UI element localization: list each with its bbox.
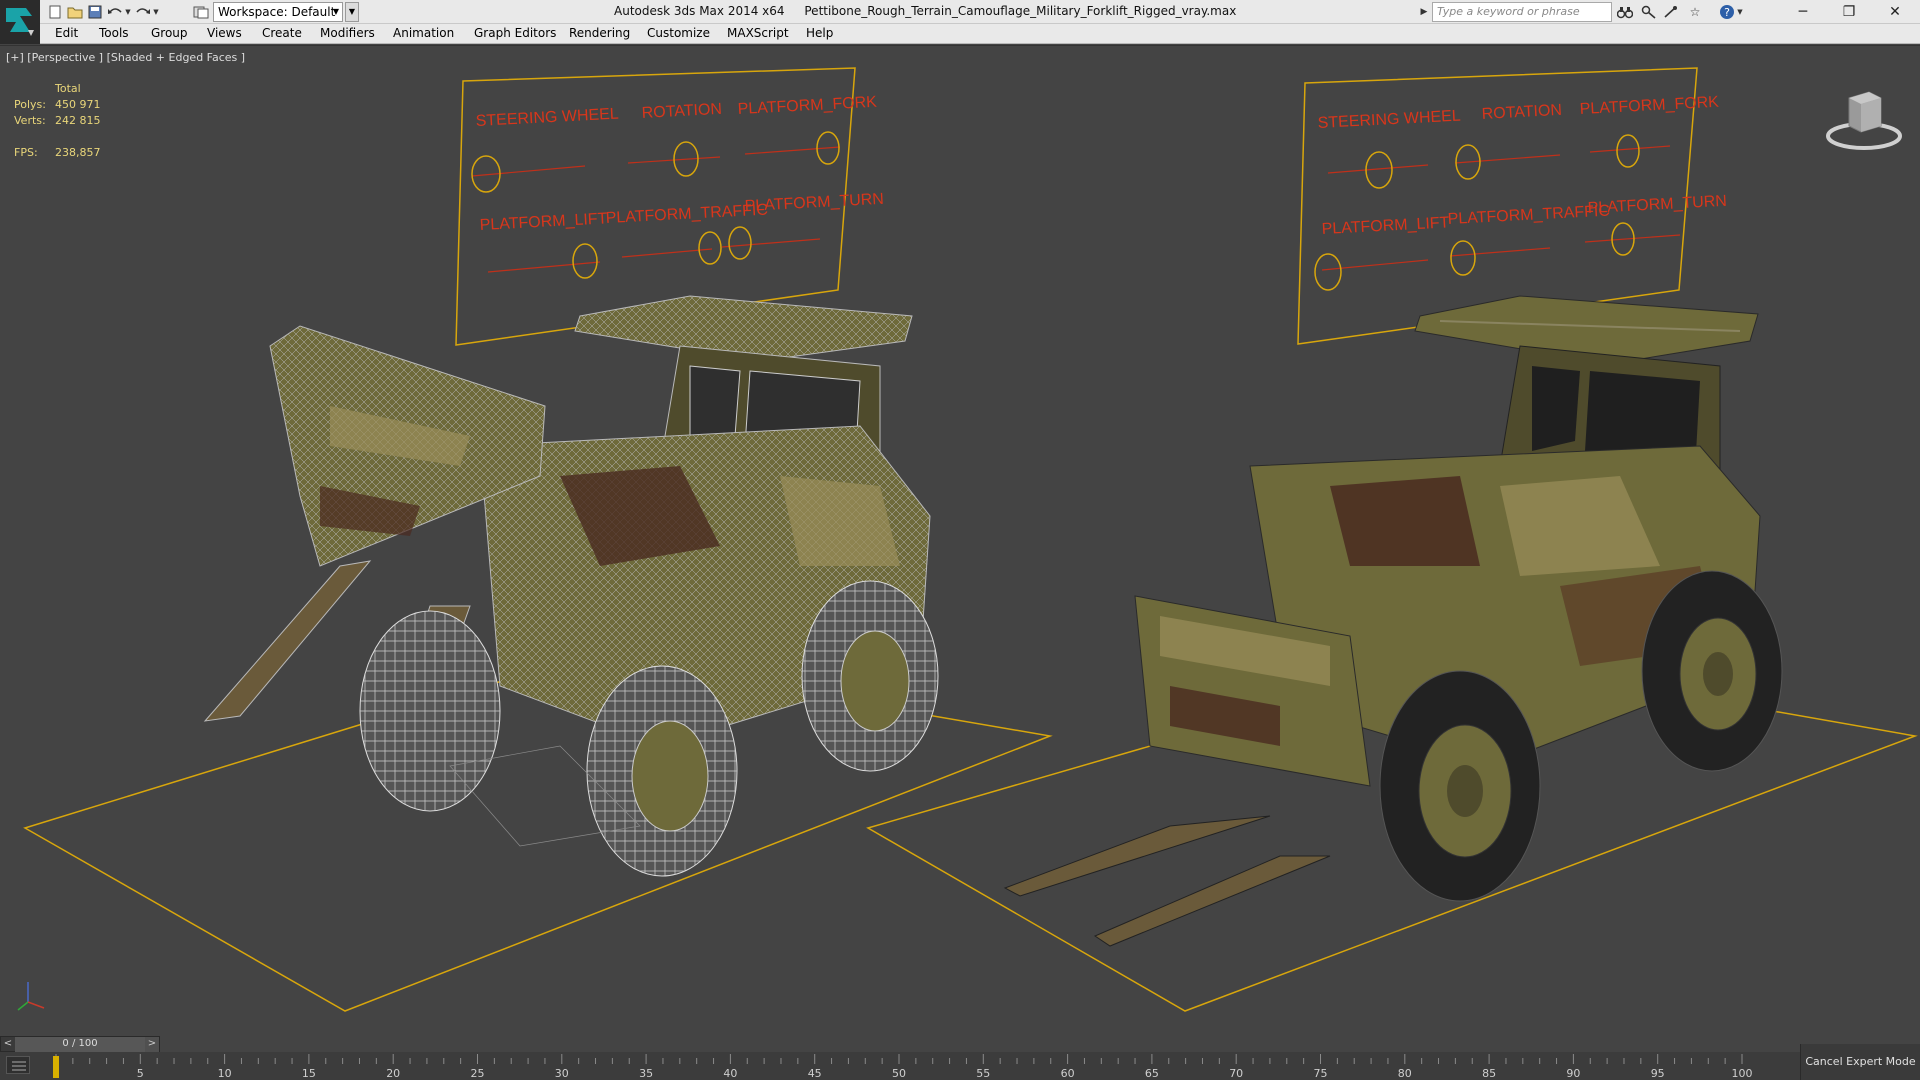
menu-create[interactable]: Create xyxy=(262,26,302,40)
workspace-dropdown[interactable]: Workspace: Default ▼ xyxy=(213,2,343,22)
scene-canvas[interactable]: STEERING WHEEL ROTATION PLATFORM_FORK PL… xyxy=(0,46,1920,1036)
menu-animation[interactable]: Animation xyxy=(393,26,454,40)
redo-dropdown-icon[interactable]: ▼ xyxy=(152,3,160,21)
svg-text:?: ? xyxy=(1724,6,1730,19)
ruler-tick-label: 35 xyxy=(639,1067,653,1080)
ruler-tick-label: 25 xyxy=(471,1067,485,1080)
menu-edit[interactable]: Edit xyxy=(55,26,78,40)
help-icon[interactable]: ? xyxy=(1718,3,1736,21)
stats-fps-value: 238,857 xyxy=(55,146,101,159)
ruler-tick-label: 55 xyxy=(976,1067,990,1080)
app-logo-icon[interactable] xyxy=(0,0,40,44)
ruler-tick-label: 50 xyxy=(892,1067,906,1080)
time-slider-prev-button[interactable]: < xyxy=(1,1037,15,1053)
forklift-wireframe-model xyxy=(203,295,939,877)
viewport-label[interactable]: [+] [Perspective ] [Shaded + Edged Faces… xyxy=(6,51,245,64)
viewcube-icon[interactable] xyxy=(1825,84,1903,154)
open-icon[interactable] xyxy=(66,3,84,21)
ruler-tick-label: 100 xyxy=(1732,1067,1753,1080)
stats-polys-label: Polys: xyxy=(14,98,46,111)
star-icon[interactable]: ☆ xyxy=(1686,3,1704,21)
window-title: Autodesk 3ds Max 2014 x64 Pettibone_Roug… xyxy=(614,4,1252,18)
stats-fps-label: FPS: xyxy=(14,146,38,159)
menu-help[interactable]: Help xyxy=(806,26,833,40)
menu-views[interactable]: Views xyxy=(207,26,242,40)
undo-icon[interactable] xyxy=(106,3,124,21)
user-icon[interactable] xyxy=(1662,3,1680,21)
ruler-tick-label: 95 xyxy=(1651,1067,1665,1080)
app-window: ▼ ▼ Workspace: Default ▼ ▼ Autodesk 3ds … xyxy=(0,0,1920,1080)
stats-polys-value: 450 971 xyxy=(55,98,101,111)
redo-icon[interactable] xyxy=(134,3,152,21)
menu-graph-editors[interactable]: Graph Editors xyxy=(474,26,556,40)
stats-verts-label: Verts: xyxy=(14,114,46,127)
search-input[interactable]: Type a keyword or phrase xyxy=(1432,2,1612,22)
title-bar: ▼ ▼ Workspace: Default ▼ ▼ Autodesk 3ds … xyxy=(0,0,1920,44)
chevron-down-icon: ▼ xyxy=(332,7,339,16)
ruler-tick-label: 45 xyxy=(808,1067,822,1080)
ruler-tick-label: 30 xyxy=(555,1067,569,1080)
time-slider[interactable]: < 0 / 100 > xyxy=(0,1036,160,1053)
ruler-tick-label: 15 xyxy=(302,1067,316,1080)
menu-tools[interactable]: Tools xyxy=(99,26,129,40)
binoculars-icon[interactable] xyxy=(1616,3,1634,21)
ruler-tick-label: 85 xyxy=(1482,1067,1496,1080)
stats-total-label: Total xyxy=(55,82,81,95)
close-button[interactable]: ✕ xyxy=(1872,0,1918,24)
axis-tripod-icon xyxy=(10,972,60,1022)
file-name: Pettibone_Rough_Terrain_Camouflage_Milit… xyxy=(804,4,1237,18)
project-icon[interactable] xyxy=(192,3,210,21)
ruler-tick-label: 20 xyxy=(386,1067,400,1080)
time-slider-next-button[interactable]: > xyxy=(145,1037,159,1053)
save-icon[interactable] xyxy=(86,3,104,21)
workspace-label: Workspace: Default xyxy=(218,5,336,19)
ruler-tick-label: 40 xyxy=(723,1067,737,1080)
perspective-viewport[interactable]: STEERING WHEEL ROTATION PLATFORM_FORK PL… xyxy=(0,45,1920,1035)
menu-group[interactable]: Group xyxy=(151,26,188,40)
track-bar-menu-icon[interactable] xyxy=(6,1056,30,1074)
quick-access-dropdown-icon[interactable]: ▼ xyxy=(345,2,359,22)
menu-customize[interactable]: Customize xyxy=(647,26,710,40)
new-icon[interactable] xyxy=(46,3,64,21)
ruler-tick-label: 75 xyxy=(1314,1067,1328,1080)
minimize-button[interactable]: ─ xyxy=(1780,0,1826,24)
menu-rendering[interactable]: Rendering xyxy=(569,26,630,40)
cancel-expert-mode-button[interactable]: Cancel Expert Mode xyxy=(1800,1044,1920,1080)
menu-bar: Edit Tools Group Views Create Modifiers … xyxy=(40,24,1920,44)
undo-dropdown-icon[interactable]: ▼ xyxy=(124,3,132,21)
ruler-tick-label: 90 xyxy=(1566,1067,1580,1080)
help-dropdown-icon[interactable]: ▼ xyxy=(1736,3,1744,21)
ruler-tick-label: 70 xyxy=(1229,1067,1243,1080)
key-icon[interactable] xyxy=(1640,3,1658,21)
app-name: Autodesk 3ds Max 2014 x64 xyxy=(614,4,785,18)
search-expand-icon[interactable]: ▶ xyxy=(1418,3,1430,21)
time-slider-handle[interactable]: 0 / 100 xyxy=(15,1037,145,1053)
ruler-tick-label: 10 xyxy=(218,1067,232,1080)
menu-maxscript[interactable]: MAXScript xyxy=(727,26,789,40)
ruler-tick-label: 80 xyxy=(1398,1067,1412,1080)
current-frame-marker xyxy=(53,1056,59,1078)
ruler-tick-label: 5 xyxy=(137,1067,144,1080)
menu-modifiers[interactable]: Modifiers xyxy=(320,26,375,40)
track-bar-ruler[interactable]: 0510152025303540455055606570758085909510… xyxy=(0,1052,1800,1080)
timeline-panel: < 0 / 100 > 0510152025303540455055606570… xyxy=(0,1036,1920,1080)
forklift-shaded-model xyxy=(1003,295,1783,947)
restore-button[interactable]: ❐ xyxy=(1826,0,1872,24)
ruler-tick-label: 60 xyxy=(1061,1067,1075,1080)
ruler-tick-label: 65 xyxy=(1145,1067,1159,1080)
stats-verts-value: 242 815 xyxy=(55,114,101,127)
track-bar[interactable]: 0510152025303540455055606570758085909510… xyxy=(0,1052,1800,1080)
